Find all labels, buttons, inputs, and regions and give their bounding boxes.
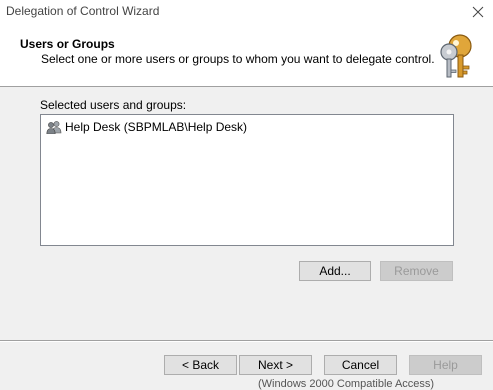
background-window-text: (Windows 2000 Compatible Access) xyxy=(258,378,435,390)
add-button[interactable]: Add... xyxy=(299,261,371,281)
wizard-header: Users or Groups Select one or more users… xyxy=(0,24,493,87)
cancel-button[interactable]: Cancel xyxy=(324,355,397,375)
selected-users-listbox[interactable]: Help Desk (SBPMLAB\Help Desk) xyxy=(40,114,454,246)
list-item-help-desk[interactable]: Help Desk (SBPMLAB\Help Desk) xyxy=(46,118,247,136)
list-item-label: Help Desk (SBPMLAB\Help Desk) xyxy=(65,120,248,134)
back-button[interactable]: < Back xyxy=(164,355,237,375)
selected-users-label: Selected users and groups: xyxy=(40,98,187,112)
title-bar: Delegation of Control Wizard xyxy=(0,0,493,24)
page-title: Users or Groups xyxy=(20,37,115,51)
keys-icon xyxy=(440,34,472,78)
page-subtitle: Select one or more users or groups to wh… xyxy=(41,52,435,66)
close-button[interactable] xyxy=(463,0,493,24)
footer-separator xyxy=(0,340,493,342)
close-icon xyxy=(472,6,484,18)
next-button[interactable]: Next > xyxy=(239,355,312,375)
window-title: Delegation of Control Wizard xyxy=(6,4,160,18)
help-button[interactable]: Help xyxy=(409,355,482,375)
remove-button[interactable]: Remove xyxy=(380,261,453,281)
user-group-icon xyxy=(46,121,62,134)
